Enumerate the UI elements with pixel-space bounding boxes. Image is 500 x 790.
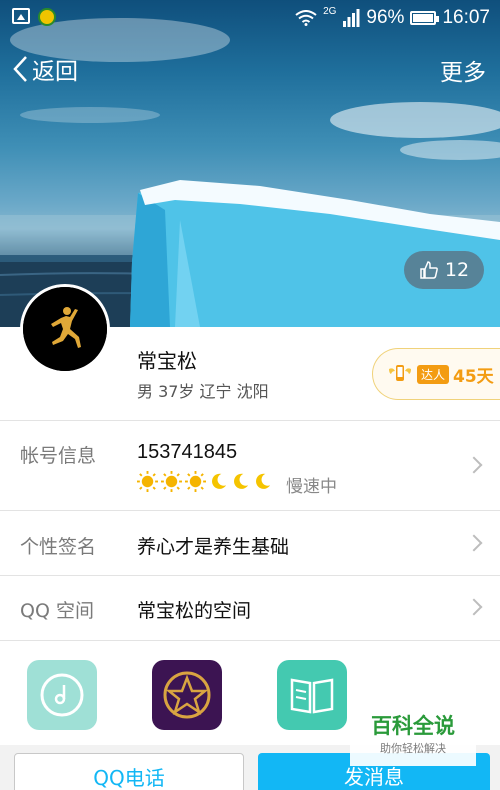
qq-level-icons — [137, 471, 272, 492]
signature-label: 个性签名 — [20, 536, 97, 558]
chevron-right-icon — [465, 456, 483, 474]
jumpman-logo-icon — [23, 287, 107, 371]
battery-icon — [410, 11, 440, 25]
moon-level-icon — [234, 473, 249, 489]
level-speed-status: 慢速中 — [286, 477, 337, 497]
image-notification-icon — [12, 8, 30, 24]
sun-level-icon — [137, 471, 158, 492]
divider — [0, 575, 500, 576]
star-app-tile[interactable] — [152, 660, 222, 730]
watermark-subtitle: 助你轻松解决 — [380, 742, 446, 755]
battery-percent: 96% — [366, 7, 405, 28]
moon-level-icon — [212, 473, 227, 489]
music-disc-icon — [40, 673, 84, 717]
account-number: 153741845 — [137, 441, 238, 463]
back-label: 返回 — [32, 59, 78, 85]
signal-icon — [343, 9, 360, 27]
signature-text: 养心才是养生基础 — [137, 536, 290, 558]
sun-level-icon — [185, 471, 206, 492]
divider — [0, 420, 500, 421]
profile-meta: 男 37岁 辽宁 沈阳 — [137, 382, 269, 401]
network-type: 2G — [323, 6, 337, 17]
expert-days: 45天 — [453, 366, 494, 387]
thumb-up-icon — [420, 261, 438, 279]
divider — [0, 510, 500, 511]
winged-phone-icon — [389, 365, 411, 381]
qzone-name: 常宝松的空间 — [137, 600, 252, 622]
status-bar: 2G 96% 16:07 — [0, 0, 500, 36]
chevron-right-icon — [465, 534, 483, 552]
like-count: 12 — [444, 259, 470, 281]
expert-tag: 达人 — [417, 364, 450, 384]
more-button[interactable]: 更多 — [440, 53, 486, 87]
profile-name: 常宝松 — [137, 349, 197, 373]
qq-call-button[interactable]: QQ电话 — [14, 753, 244, 790]
app-notification-icon — [38, 8, 56, 26]
book-app-tile[interactable] — [277, 660, 347, 730]
expert-badge[interactable]: 达人 45天 — [372, 348, 500, 400]
wifi-icon — [295, 10, 317, 26]
moon-level-icon — [256, 473, 271, 489]
chevron-left-icon — [13, 56, 27, 82]
back-button[interactable]: 返回 — [12, 52, 78, 86]
sun-level-icon — [161, 471, 182, 492]
watermark: 百科全说 助你轻松解决 — [350, 712, 476, 766]
open-book-icon — [290, 678, 334, 714]
chevron-right-icon — [465, 598, 483, 616]
star-emblem-icon — [163, 671, 211, 719]
watermark-title: 百科全说 — [371, 714, 455, 738]
qzone-label: QQ 空间 — [20, 600, 94, 622]
account-label: 帐号信息 — [20, 445, 97, 467]
divider — [0, 640, 500, 641]
like-button[interactable]: 12 — [404, 251, 484, 289]
clock: 16:07 — [442, 7, 490, 28]
avatar[interactable] — [20, 284, 110, 374]
music-app-tile[interactable] — [27, 660, 97, 730]
